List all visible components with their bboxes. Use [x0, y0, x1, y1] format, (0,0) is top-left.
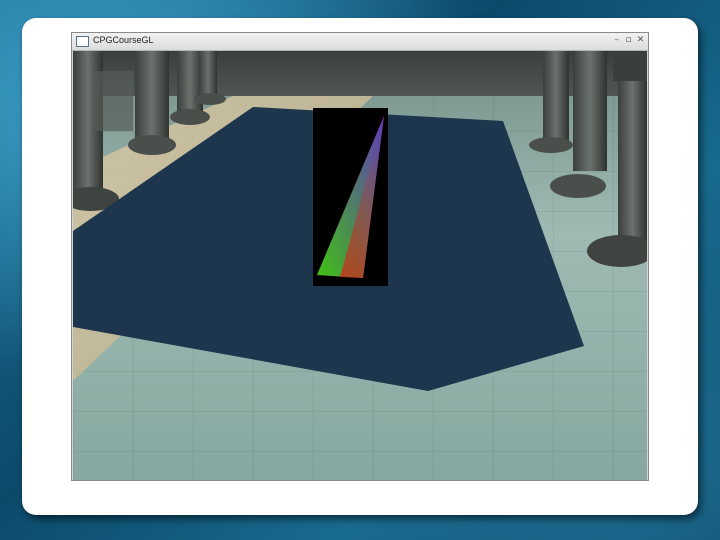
window-icon [76, 36, 89, 47]
maximize-button[interactable]: ▫ [623, 34, 634, 47]
render-viewport[interactable] [73, 51, 647, 480]
close-button[interactable]: ✕ [635, 34, 646, 47]
inset-panel [313, 108, 388, 286]
scene-render [73, 51, 647, 480]
minimize-button[interactable]: – [611, 34, 622, 47]
app-window: CPGCourseGL – ▫ ✕ [71, 32, 649, 481]
title-bar[interactable]: CPGCourseGL – ▫ ✕ [72, 33, 648, 51]
window-title: CPGCourseGL [93, 35, 154, 45]
